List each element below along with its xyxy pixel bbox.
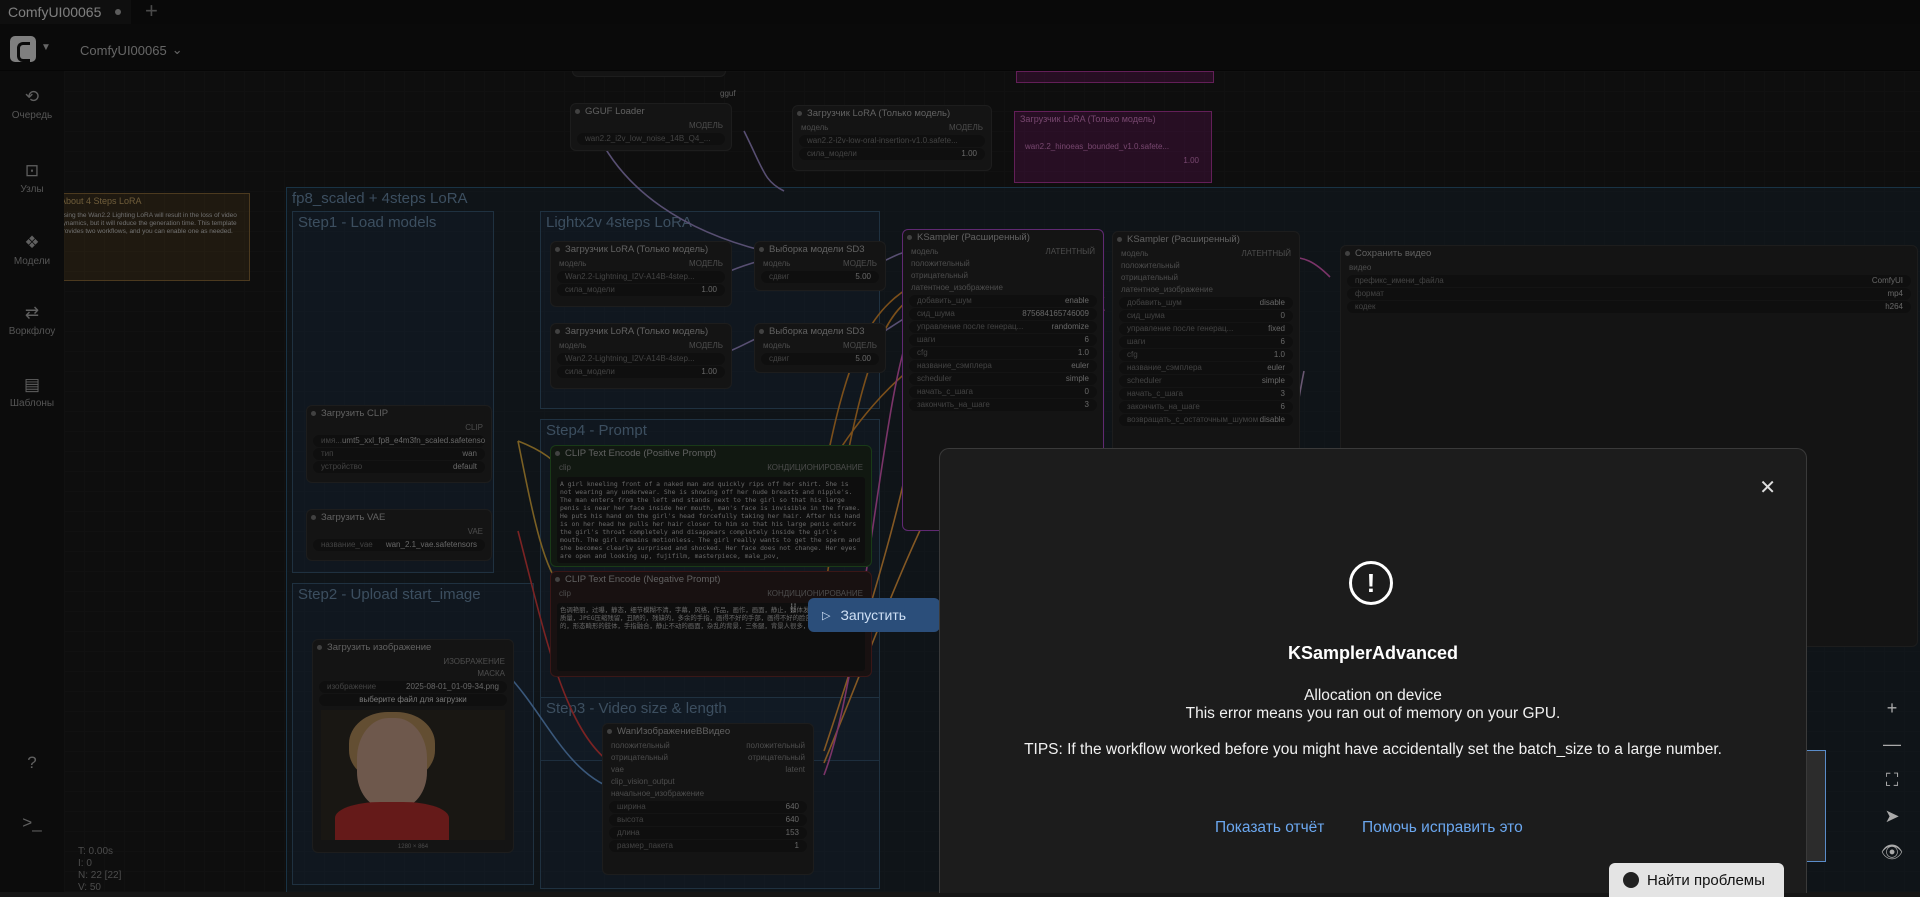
close-icon[interactable]: ✕ xyxy=(1759,475,1776,500)
error-title: KSamplerAdvanced xyxy=(1287,643,1459,663)
toggle-links-icon[interactable]: 👁 xyxy=(1872,842,1912,878)
zoom-in-icon[interactable]: + xyxy=(1872,698,1912,734)
error-explanation: This error means you ran out of memory o… xyxy=(1185,705,1561,722)
run-button-label: Запустить xyxy=(840,607,907,623)
error-tips: TIPS: If the workflow worked before you … xyxy=(1024,741,1722,758)
drag-handle-icon[interactable]: ⁞⁞ xyxy=(790,602,800,625)
help-fix-link[interactable]: Помочь исправить это xyxy=(1362,819,1523,837)
show-report-link[interactable]: Показать отчёт xyxy=(1215,819,1324,837)
zoom-out-icon[interactable]: — xyxy=(1872,734,1912,770)
error-icon: ! xyxy=(1349,561,1393,605)
fit-view-icon[interactable]: ⛶ xyxy=(1872,770,1912,806)
error-dialog: ✕ ! KSamplerAdvanced Allocation on devic… xyxy=(939,448,1807,897)
run-button[interactable]: ▷ Запустить xyxy=(808,598,940,632)
select-mode-icon[interactable]: ➤ xyxy=(1872,806,1912,842)
canvas-toolbar: + — ⛶ ➤ 👁 xyxy=(1872,698,1912,878)
github-icon xyxy=(1623,872,1639,888)
play-icon: ▷ xyxy=(822,609,831,622)
find-issues-label: Найти проблемы xyxy=(1647,871,1765,889)
error-message: Allocation on device xyxy=(1304,687,1442,704)
